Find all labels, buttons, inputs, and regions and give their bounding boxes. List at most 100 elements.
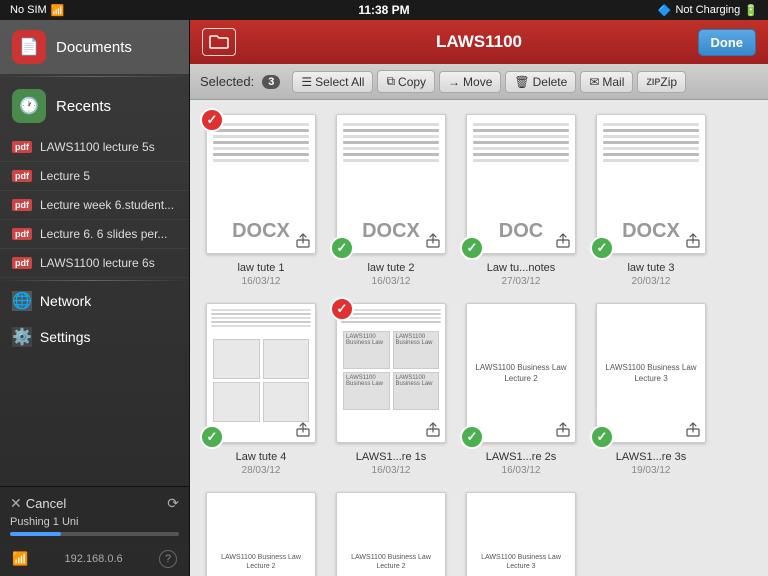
copy-label: Copy (398, 75, 426, 89)
doc-line (473, 129, 569, 132)
file-item-law-tute-4[interactable]: ✓ Law tute 4 28/03/12 (200, 299, 322, 480)
share-button[interactable] (422, 419, 444, 441)
doc-lines (597, 115, 705, 220)
doc-line (213, 153, 309, 156)
doc-lines (207, 115, 315, 220)
file-date: 16/03/12 (372, 276, 411, 287)
file-name: Law tu...notes (487, 262, 556, 275)
copy-icon: ⧉ (386, 74, 395, 89)
thumb-text: LAWS1100 Business LawLecture 3 (473, 545, 569, 576)
sidebar-item-lecture-week6[interactable]: pdf Lecture week 6.student... (0, 191, 189, 220)
file-label: LAWS1100 lecture 6s (40, 256, 155, 270)
done-button[interactable]: Done (698, 29, 757, 56)
cancel-section: ✕ Cancel ⟳ Pushing 1 Uni (0, 487, 189, 544)
battery-icon: 🔋 (744, 4, 758, 17)
move-label: Move (463, 75, 492, 89)
sidebar-item-documents[interactable]: 📄 Documents (0, 20, 189, 74)
file-thumb-wrapper: DOCX ✓ (596, 114, 706, 254)
doc-line (213, 141, 309, 144)
share-button[interactable] (682, 230, 704, 252)
thumb-text: LAWS1100 Business LawLecture 2 (213, 545, 309, 576)
help-button[interactable]: ? (159, 550, 177, 568)
sidebar-item-laws1100-6s[interactable]: pdf LAWS1100 lecture 6s (0, 249, 189, 278)
doc-line (211, 321, 311, 323)
file-item-laws1-re3s[interactable]: LAWS1100 Business LawLecture 3 ✓ LAWS1..… (590, 299, 712, 480)
file-thumb-wrapper: LAWS1100 Business LawLecture 3 (466, 492, 576, 576)
share-button[interactable] (552, 230, 574, 252)
doc-line (343, 123, 439, 126)
doc-line (343, 159, 439, 162)
file-item-laws1100-bl-3[interactable]: LAWS1100 Business LawLecture 3 (460, 488, 582, 576)
file-item-law-tu-notes[interactable]: DOC ✓ Law tu...notes 27/03/12 (460, 110, 582, 291)
mail-icon: ✉ (589, 75, 599, 89)
battery-label: Not Charging (675, 4, 740, 16)
copy-button[interactable]: ⧉ Copy (377, 70, 435, 93)
share-button[interactable] (292, 419, 314, 441)
delete-button[interactable]: 🗑 Delete (505, 71, 576, 93)
file-item-laws1100-bl-2b[interactable]: LAWS1100 Business LawLecture 2 (330, 488, 452, 576)
sidebar-item-recents[interactable]: 🕐 Recents (0, 79, 189, 133)
progress-bar (10, 532, 179, 536)
zip-button[interactable]: ZIP Zip (637, 71, 686, 93)
divider-2 (0, 280, 189, 281)
file-name: law tute 3 (627, 262, 674, 275)
pdf-badge: pdf (12, 228, 32, 240)
move-button[interactable]: → Move (439, 71, 501, 93)
green-check-badge: ✓ (330, 236, 354, 260)
red-check-badge: ✓ (330, 297, 354, 321)
ip-row: 📶 192.168.0.6 ? (0, 544, 189, 576)
thumb-text: LAWS1100 Business LawLecture 2 (467, 354, 574, 392)
doc-lines (337, 115, 445, 220)
file-thumb-wrapper: DOC ✓ (466, 114, 576, 254)
file-item-law-tute-2[interactable]: DOCX ✓ law tute 2 16/03/12 (330, 110, 452, 291)
doc-line (473, 153, 569, 156)
recents-icon: 🕐 (12, 89, 46, 123)
file-item-laws1-re1s[interactable]: LAWS1100Business Law LAWS1100Business La… (330, 299, 452, 480)
thumb-text: LAWS1100 Business LawLecture 2 (343, 545, 439, 576)
share-button[interactable] (552, 419, 574, 441)
red-check-badge: ✓ (200, 108, 224, 132)
sidebar-item-lecture5[interactable]: pdf Lecture 5 (0, 162, 189, 191)
sidebar-item-network[interactable]: 🌐 Network (0, 283, 189, 319)
recents-label: Recents (56, 98, 111, 115)
doc-line (603, 123, 699, 126)
cancel-button[interactable]: ✕ Cancel (10, 495, 66, 512)
file-thumb-wrapper: LAWS1100 Business LawLecture 2 (206, 492, 316, 576)
file-item-law-tute-3[interactable]: DOCX ✓ law tute 3 20/03/12 (590, 110, 712, 291)
share-button[interactable] (292, 230, 314, 252)
cancel-x-icon: ✕ (10, 495, 22, 512)
doc-line (343, 141, 439, 144)
select-all-label: Select All (315, 75, 364, 89)
doc-line (213, 135, 309, 138)
sidebar-item-settings[interactable]: ⚙️ Settings (0, 319, 189, 355)
status-bar-right: 🔷 Not Charging 🔋 (658, 4, 758, 17)
grid-cell (263, 382, 310, 422)
file-item-laws1-re2s[interactable]: LAWS1100 Business LawLecture 2 ✓ LAWS1..… (460, 299, 582, 480)
bluetooth-icon: 🔷 (658, 4, 672, 17)
doc-line (473, 135, 569, 138)
mail-button[interactable]: ✉ Mail (580, 71, 633, 93)
sidebar-item-lecture6-slides[interactable]: pdf Lecture 6. 6 slides per... (0, 220, 189, 249)
grid-lines: LAWS1100Business Law LAWS1100Business La… (341, 329, 441, 412)
file-item-laws1100-bl-2a[interactable]: LAWS1100 Business LawLecture 2 (200, 488, 322, 576)
file-thumb-wrapper: LAWS1100 Business LawLecture 2 (336, 492, 446, 576)
status-bar: No SIM 📶 11:38 PM 🔷 Not Charging 🔋 (0, 0, 768, 20)
share-button[interactable] (422, 230, 444, 252)
selected-count: 3 (262, 75, 280, 89)
zip-prefix: ZIP (646, 77, 660, 87)
file-thumb-wrapper: LAWS1100 Business LawLecture 3 ✓ (596, 303, 706, 443)
share-button[interactable] (682, 419, 704, 441)
file-date: 16/03/12 (372, 465, 411, 476)
file-thumb: LAWS1100 Business LawLecture 2 (206, 492, 316, 576)
select-all-button[interactable]: ☰ Select All (292, 71, 373, 93)
file-item-law-tute-1[interactable]: DOCX ✓ law tute 1 16/03/12 (200, 110, 322, 291)
doc-line (603, 135, 699, 138)
divider-1 (0, 76, 189, 77)
grid-cell: LAWS1100Business Law (393, 331, 440, 369)
folder-button[interactable] (202, 28, 236, 56)
thumb-content: LAWS1100Business Law LAWS1100Business La… (337, 304, 445, 417)
spinner-icon: ⟳ (167, 495, 179, 512)
file-name: LAWS1...re 3s (616, 451, 687, 464)
sidebar-item-laws1100-5s[interactable]: pdf LAWS1100 lecture 5s (0, 133, 189, 162)
delete-icon: 🗑 (514, 75, 529, 89)
